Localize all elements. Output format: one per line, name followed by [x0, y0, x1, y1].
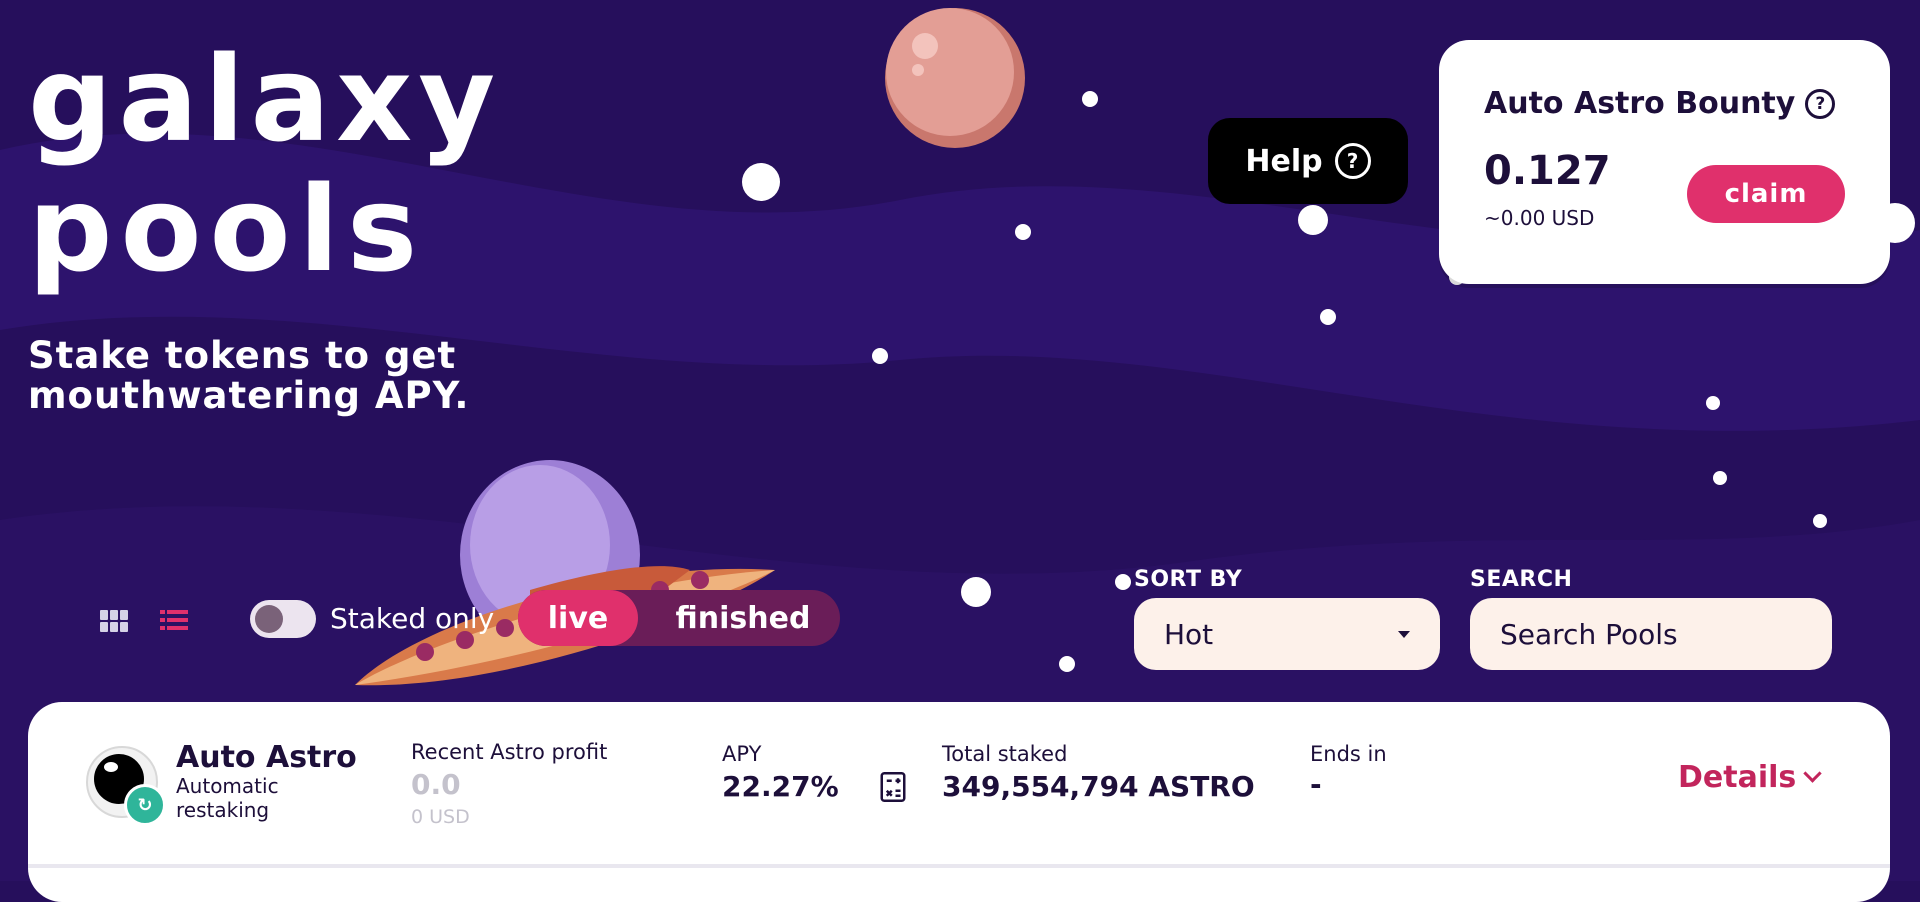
pool-name: Auto Astro [176, 740, 357, 775]
tab-live[interactable]: live [518, 590, 638, 646]
hero-subtitle: Stake tokens to get mouthwatering APY. [28, 334, 470, 417]
tab-finished[interactable]: finished [658, 590, 828, 646]
recent-profit-usd: 0 USD [411, 806, 470, 828]
details-label: Details [1678, 760, 1797, 795]
chevron-down-icon [1803, 764, 1822, 783]
bounty-title: Auto Astro Bounty ? [1484, 86, 1836, 121]
question-circle-icon: ? [1334, 143, 1371, 179]
caret-down-icon [1398, 630, 1410, 638]
list-view-icon[interactable] [160, 608, 188, 632]
bounty-card: Auto Astro Bounty ? 0.127 ~0.00 USD clai… [1439, 40, 1890, 284]
calculator-icon[interactable] [880, 772, 906, 802]
ends-in-value: - [1310, 768, 1322, 801]
divider [28, 864, 1890, 868]
planet-icon [885, 8, 1025, 148]
question-circle-icon[interactable]: ? [1805, 88, 1836, 119]
hero-title-line2: pools [28, 160, 426, 298]
pool-subtitle: Automatic restaking [176, 774, 279, 822]
apy-value: 22.27% [722, 770, 839, 803]
recent-profit-label: Recent Astro profit [411, 740, 608, 764]
total-staked-label: Total staked [942, 742, 1068, 766]
claim-button[interactable]: claim [1687, 165, 1845, 223]
pool-status-tabs: live finished [518, 590, 840, 646]
details-button[interactable]: Details [1678, 760, 1822, 795]
apy-label: APY [722, 742, 762, 766]
search-label: SEARCH [1470, 567, 1573, 592]
ends-in-label: Ends in [1310, 742, 1387, 766]
refresh-icon: ↻ [124, 784, 166, 826]
search-input[interactable] [1470, 598, 1832, 670]
sort-by-label: SORT BY [1134, 567, 1243, 592]
toggle-knob [255, 605, 283, 633]
bounty-value: 0.127 [1484, 148, 1611, 194]
staked-only-toggle[interactable] [250, 600, 316, 638]
help-button[interactable]: Help ? [1208, 118, 1408, 204]
recent-profit-value: 0.0 [411, 768, 461, 801]
staked-only-label: Staked only [330, 602, 495, 635]
grid-view-icon[interactable] [100, 610, 128, 632]
help-label: Help [1245, 143, 1323, 179]
pool-card: ↻ Auto Astro Automatic restaking Recent … [28, 702, 1890, 902]
sort-value: Hot [1164, 617, 1214, 651]
total-staked-value: 349,554,794 ASTRO [942, 770, 1255, 803]
bounty-usd: ~0.00 USD [1484, 206, 1595, 230]
bounty-title-text: Auto Astro Bounty [1484, 86, 1796, 121]
hero-title-line1: galaxy [28, 30, 502, 168]
sort-select[interactable]: Hot [1134, 598, 1440, 670]
hero-title: galaxy pools [28, 40, 501, 300]
